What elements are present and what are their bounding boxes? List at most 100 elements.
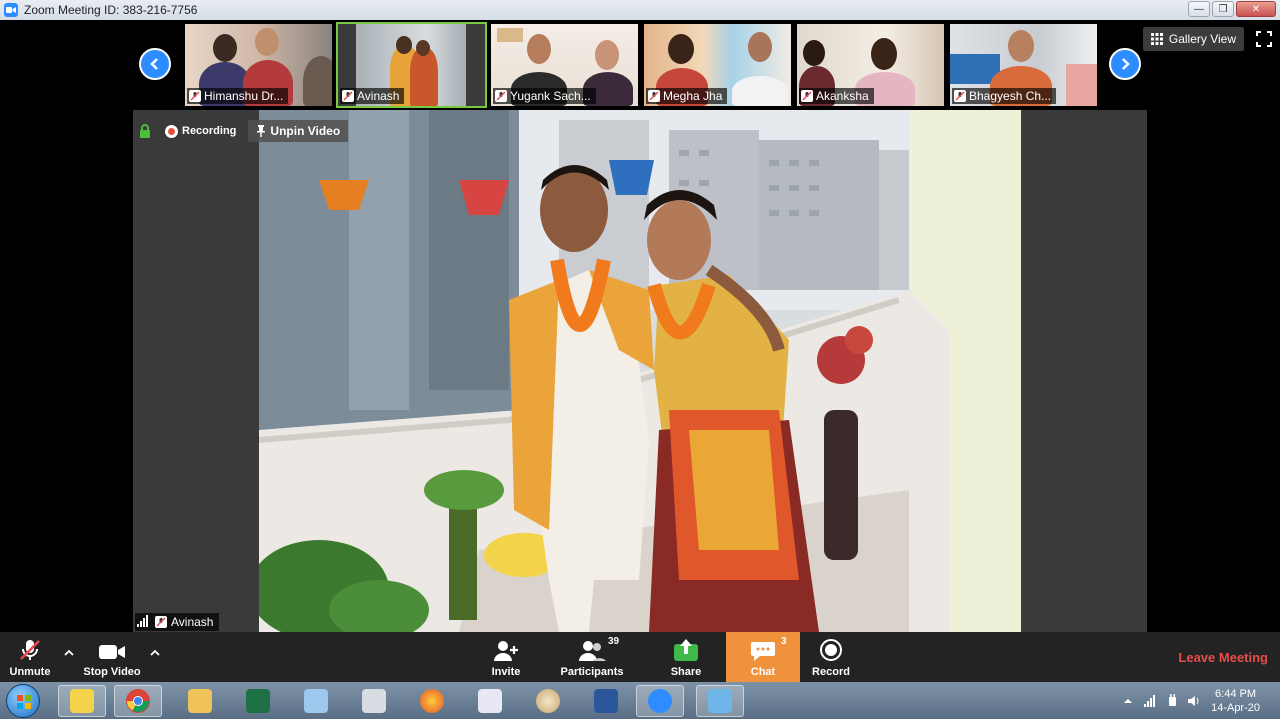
unpin-video-button[interactable]: Unpin Video: [248, 120, 349, 142]
fullscreen-icon[interactable]: [1256, 31, 1272, 47]
signal-strength-icon: [137, 614, 151, 630]
speaker-name: Avinash: [171, 615, 214, 629]
taskbar-remote-desktop[interactable]: [696, 685, 744, 717]
participant-tile[interactable]: Himanshu Dr...: [183, 22, 334, 108]
zoom-icon: [648, 689, 672, 713]
taskbar-chrome[interactable]: [114, 685, 162, 717]
chat-bubble-icon: [751, 642, 775, 661]
volume-icon[interactable]: [1187, 694, 1201, 708]
grid-icon: [1150, 33, 1163, 45]
participant-label: Himanshu Dr...: [187, 88, 289, 104]
participants-label: Participants: [560, 666, 624, 678]
active-speaker-stage: Recording Unpin Video Avinash: [133, 110, 1147, 632]
taskbar-excel[interactable]: [234, 685, 282, 717]
chat-unread-count: 3: [781, 636, 787, 647]
unpin-video-label: Unpin Video: [270, 124, 341, 138]
participant-label: Akanksha: [799, 88, 874, 104]
microphone-muted-icon: [20, 640, 40, 660]
mic-muted-icon: [648, 90, 660, 102]
participant-label: Yugank Sach...: [493, 88, 596, 104]
taskbar-explorer[interactable]: [176, 685, 224, 717]
chrome-icon: [126, 689, 150, 713]
taskbar-firefox[interactable]: [408, 685, 456, 717]
word-icon: [594, 689, 618, 713]
meeting-toolbar: Unmute Stop Video Invite Participants 39…: [0, 632, 1280, 682]
mic-muted-icon: [801, 90, 813, 102]
start-button[interactable]: [6, 684, 40, 718]
firefox-icon: [420, 689, 444, 713]
maximize-button[interactable]: ❐: [1212, 1, 1234, 17]
participant-name: Megha Jha: [663, 89, 723, 103]
taskbar-snipping-tool[interactable]: [466, 685, 514, 717]
video-options-chevron-up-icon[interactable]: [148, 646, 162, 660]
recording-dot-icon: [165, 124, 178, 138]
taskbar-word[interactable]: [582, 685, 630, 717]
monitor-icon: [708, 689, 732, 713]
taskbar-stickynotes[interactable]: [58, 685, 106, 717]
participant-name: Himanshu Dr...: [204, 89, 284, 103]
taskbar-notepad[interactable]: [292, 685, 340, 717]
calculator-icon: [362, 689, 386, 713]
paint-palette-icon: [536, 689, 560, 713]
share-screen-button[interactable]: Share: [664, 632, 708, 682]
pinned-video[interactable]: [259, 110, 1021, 632]
video-camera-icon: [99, 645, 125, 659]
participant-name: Akanksha: [816, 89, 869, 103]
participant-name: Avinash: [357, 89, 400, 103]
invite-label: Invite: [491, 666, 521, 678]
excel-icon: [246, 689, 270, 713]
zoom-app-icon: [4, 3, 18, 17]
next-page-button[interactable]: [1109, 48, 1141, 80]
participant-tile[interactable]: Megha Jha: [642, 22, 793, 108]
minimize-button[interactable]: —: [1188, 1, 1210, 17]
participant-label: Bhagyesh Ch...: [952, 88, 1057, 104]
network-signal-icon[interactable]: [1143, 694, 1157, 708]
participant-tile-active[interactable]: Avinash: [336, 22, 487, 108]
participant-tile[interactable]: Yugank Sach...: [489, 22, 640, 108]
power-plug-icon[interactable]: [1165, 693, 1179, 708]
gallery-view-button[interactable]: Gallery View: [1142, 27, 1244, 51]
mic-muted-icon: [495, 90, 507, 102]
chat-button[interactable]: Chat: [726, 632, 800, 682]
previous-page-button[interactable]: [139, 48, 171, 80]
taskbar-clock[interactable]: 6:44 PM 14-Apr-20: [1211, 687, 1260, 715]
encryption-lock-icon[interactable]: [137, 123, 153, 139]
mic-muted-icon: [155, 616, 167, 628]
taskbar-paint[interactable]: [524, 685, 572, 717]
participant-name: Yugank Sach...: [510, 89, 591, 103]
participant-tile[interactable]: Bhagyesh Ch...: [948, 22, 1099, 108]
zoom-window: Zoom Meeting ID: 383-216-7756 — ❐ ✕ Hima…: [0, 0, 1280, 719]
clock-date: 14-Apr-20: [1211, 701, 1260, 714]
participant-name: Bhagyesh Ch...: [969, 89, 1052, 103]
show-hidden-icons-chevron-up-icon[interactable]: [1121, 694, 1135, 708]
video-frame: [259, 110, 1021, 632]
unmute-label: Unmute: [9, 666, 51, 678]
recording-indicator[interactable]: Recording: [159, 121, 242, 141]
leave-meeting-button[interactable]: Leave Meeting: [1178, 650, 1268, 665]
participants-icon: [579, 641, 606, 661]
stop-video-button[interactable]: Stop Video: [82, 632, 142, 682]
participant-label: Avinash: [340, 88, 405, 104]
pin-icon: [257, 125, 266, 137]
participants-count: 39: [608, 636, 620, 647]
invite-button[interactable]: Invite: [484, 632, 528, 682]
participant-tile[interactable]: Akanksha: [795, 22, 946, 108]
participant-strip: Himanshu Dr... Avinash Yugank Sach... Me…: [0, 20, 1280, 110]
taskbar-calculator[interactable]: [350, 685, 398, 717]
notepad-icon: [304, 689, 328, 713]
scissors-icon: [478, 689, 502, 713]
audio-options-chevron-up-icon[interactable]: [62, 646, 76, 660]
record-icon: [820, 639, 842, 661]
unmute-button[interactable]: Unmute: [4, 632, 56, 682]
record-button[interactable]: Record: [808, 632, 854, 682]
recording-label: Recording: [182, 125, 237, 137]
folder-notes-icon: [70, 689, 94, 713]
mic-muted-icon: [954, 90, 966, 102]
chevron-left-icon: [150, 58, 158, 70]
windows-logo-icon: [17, 695, 31, 709]
participant-label: Megha Jha: [646, 88, 728, 104]
close-button[interactable]: ✕: [1236, 1, 1276, 17]
taskbar-zoom[interactable]: [636, 685, 684, 717]
title-bar: Zoom Meeting ID: 383-216-7756 — ❐ ✕: [0, 0, 1280, 20]
speaker-name-label: Avinash: [135, 613, 220, 631]
